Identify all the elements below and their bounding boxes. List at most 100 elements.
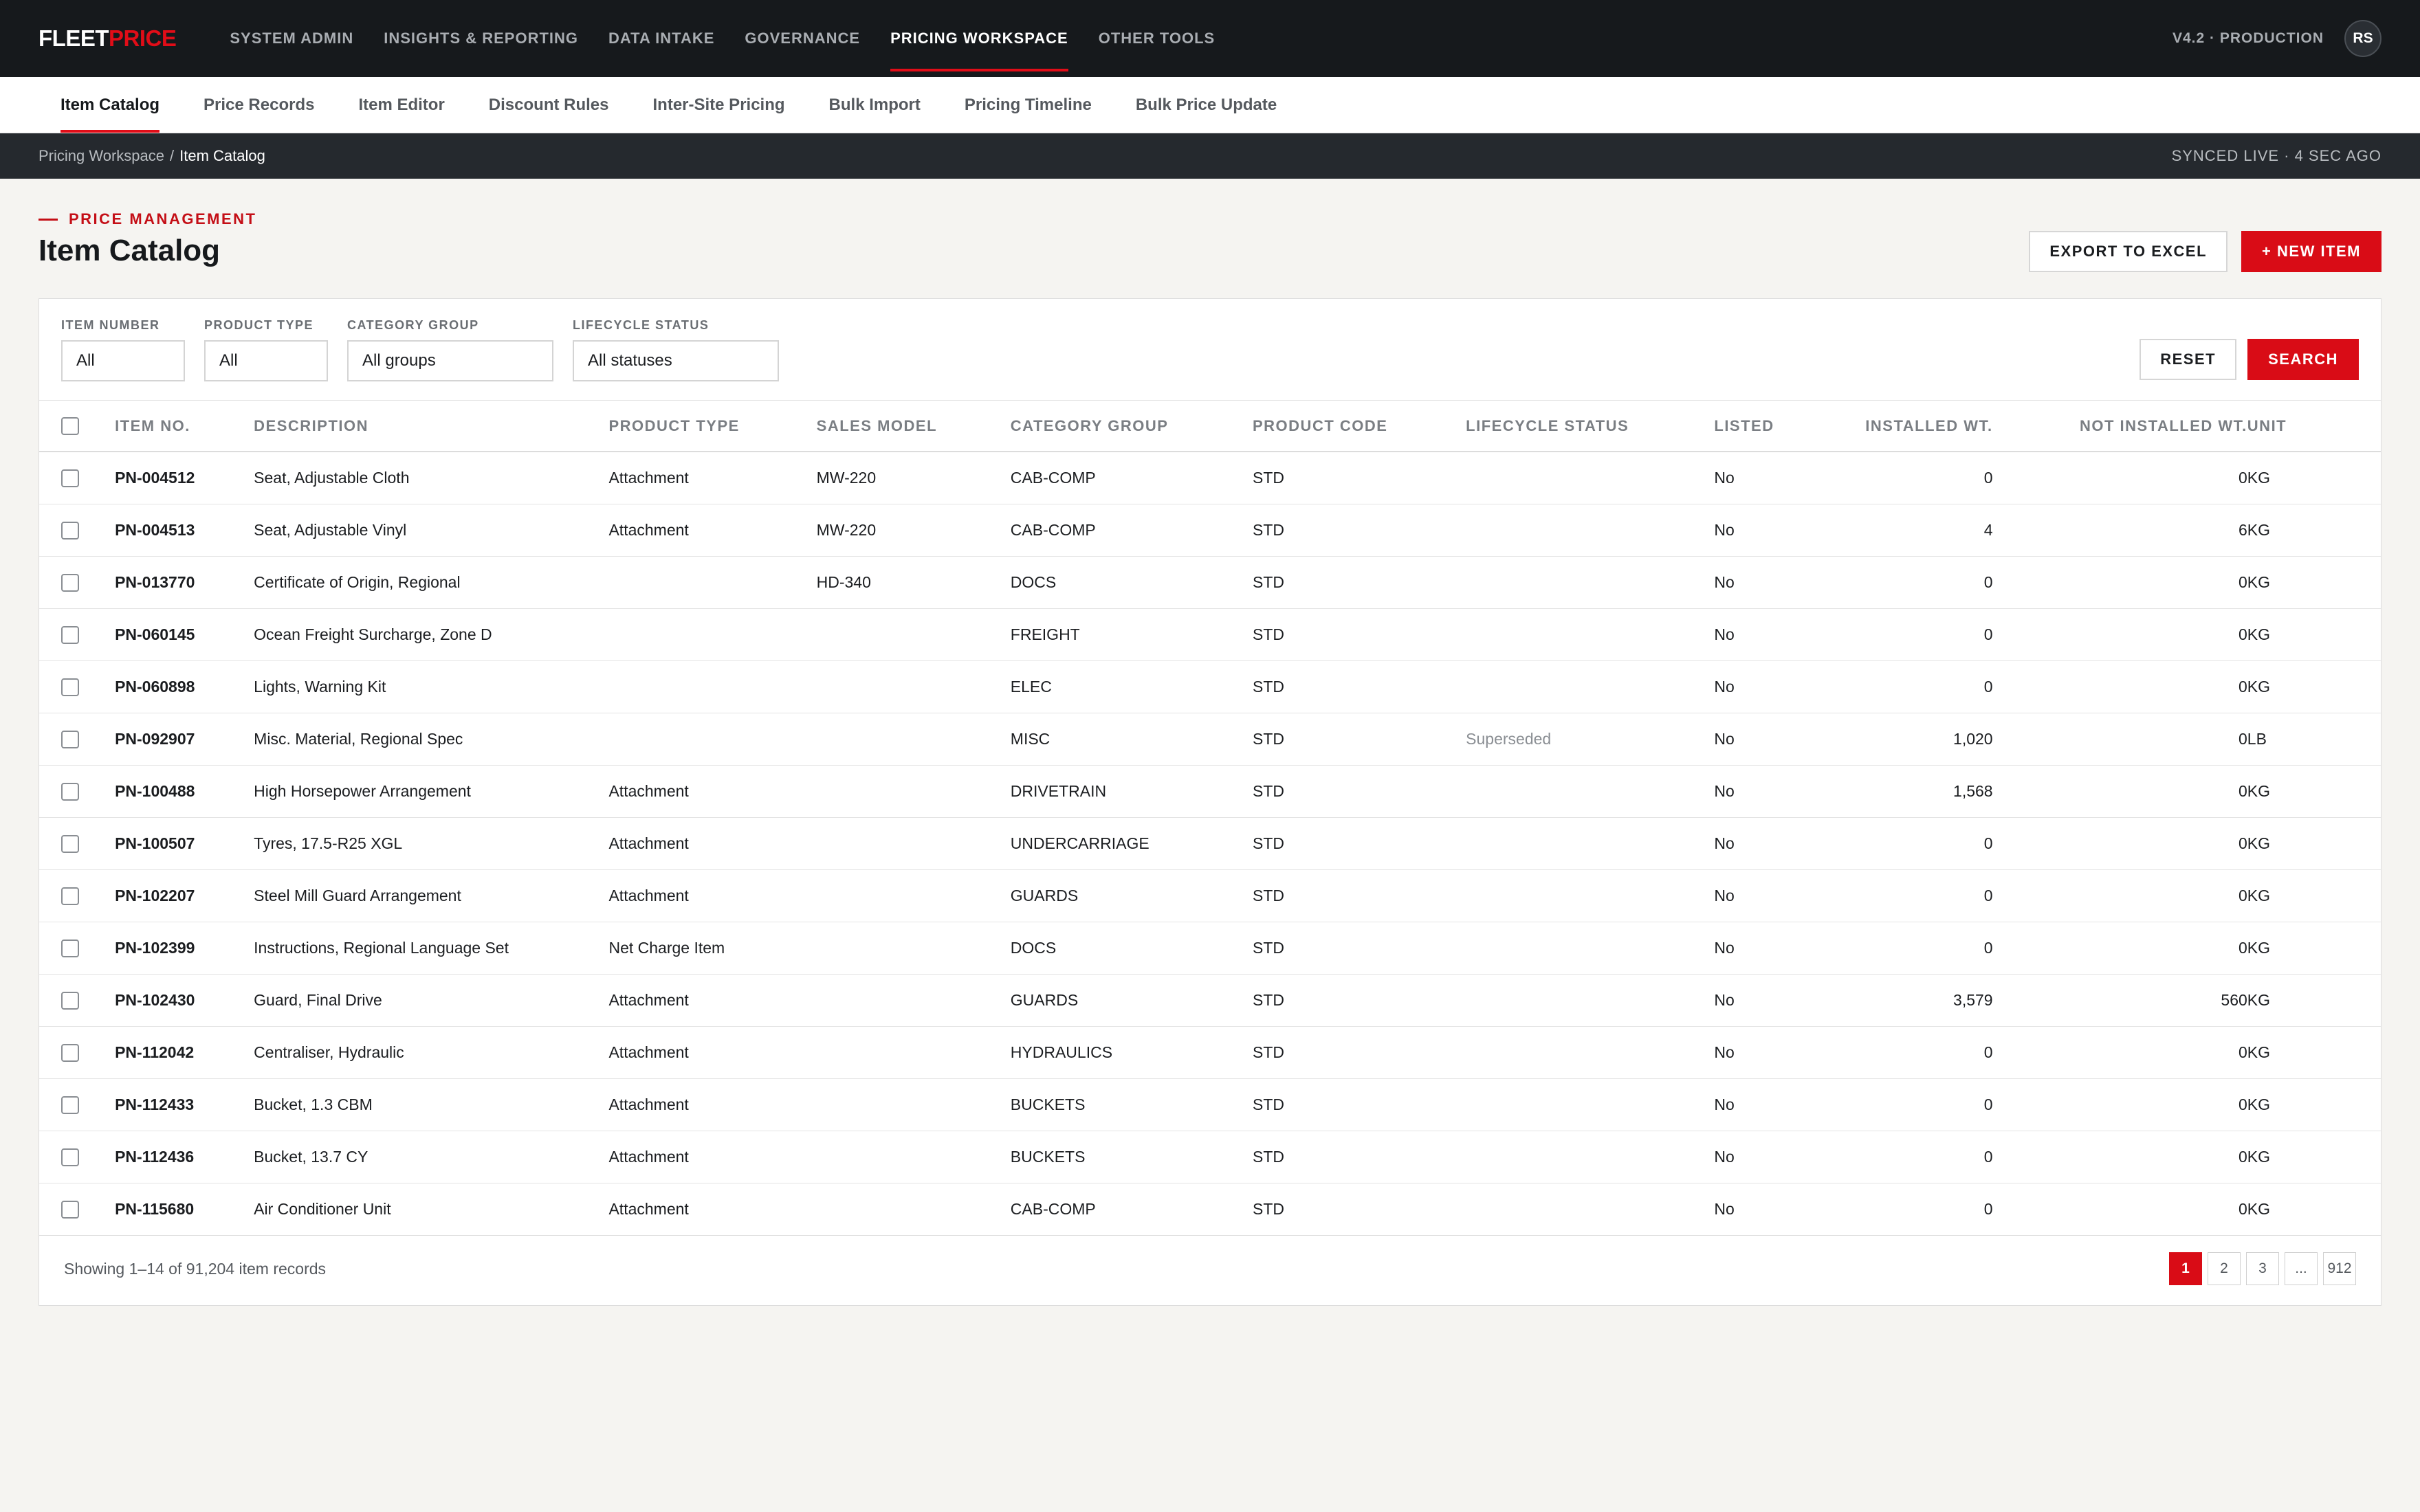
sales-model-cell: MW-220 [816,504,1011,557]
row-checkbox[interactable] [61,782,79,801]
column-header-lifecycle-status[interactable]: LIFECYCLE STATUS [1466,401,1715,452]
tab-item-catalog[interactable]: Item Catalog [60,77,160,133]
select-all-checkbox[interactable] [61,417,79,436]
item-number-cell[interactable]: PN-013770 [115,556,254,609]
pagination-ellipsis: ... [2285,1252,2318,1285]
page-912-button[interactable]: 912 [2323,1252,2356,1285]
row-checkbox[interactable] [61,1148,79,1166]
installed-weight-cell: 1,020 [1817,713,1993,766]
tab-bulk-import[interactable]: Bulk Import [829,77,921,133]
product-code-cell: STD [1253,1026,1466,1079]
lifecycle-status-cell [1466,765,1715,818]
item-number-cell[interactable]: PN-004512 [115,452,254,504]
item-number-cell[interactable]: PN-102430 [115,974,254,1027]
item-number-cell[interactable]: PN-092907 [115,713,254,766]
export-to-excel-button[interactable]: EXPORT TO EXCEL [2029,231,2228,272]
item-number-cell[interactable]: PN-112436 [115,1131,254,1183]
product-code-cell: STD [1253,974,1466,1027]
item-number-cell[interactable]: PN-115680 [115,1183,254,1236]
product-type-cell [608,713,817,766]
column-header-listed[interactable]: LISTED [1714,401,1818,452]
row-checkbox[interactable] [61,573,79,592]
row-checkbox[interactable] [61,1043,79,1062]
row-checkbox[interactable] [61,1096,79,1114]
environment-label: V4.2 · PRODUCTION [2172,30,2324,46]
item-number-cell[interactable]: PN-060145 [115,608,254,661]
tab-item-editor[interactable]: Item Editor [358,77,444,133]
table-row[interactable]: PN-112042 Centraliser, Hydraulic Attachmen… [39,1026,2381,1079]
table-row[interactable]: PN-004512 Seat, Adjustable Cloth Attachmen… [39,452,2381,504]
table-row[interactable]: PN-102430 Guard, Final Drive Attachment GUA… [39,974,2381,1027]
column-header-sales-model[interactable]: SALES MODEL [816,401,1011,452]
row-checkbox[interactable] [61,521,79,540]
page-1-button[interactable]: 1 [2169,1252,2202,1285]
table-row[interactable]: PN-013770 Certificate of Origin, Regional… [39,556,2381,609]
row-checkbox[interactable] [61,887,79,905]
row-checkbox[interactable] [61,834,79,853]
top-nav-system-admin[interactable]: SYSTEM ADMIN [230,0,353,77]
column-header-item-no[interactable]: ITEM NO. [115,401,254,452]
row-checkbox[interactable] [61,678,79,696]
user-avatar[interactable]: RS [2344,20,2382,57]
table-row[interactable]: PN-102399 Instructions, Regional Language… [39,922,2381,975]
listed-cell: No [1714,556,1818,609]
item-number-cell[interactable]: PN-102207 [115,869,254,922]
table-row[interactable]: PN-112433 Bucket, 1.3 CBM Attachment BUCKET… [39,1078,2381,1131]
column-header-category-group[interactable]: CATEGORY GROUP [1010,401,1253,452]
category-group-select[interactable]: All groups [347,340,553,381]
table-row[interactable]: PN-112436 Bucket, 13.7 CY Attachment BUCKET… [39,1131,2381,1183]
item-number-cell[interactable]: PN-102399 [115,922,254,975]
lifecycle-status-select[interactable]: All statuses [573,340,779,381]
item-number-cell[interactable]: PN-100488 [115,765,254,818]
table-row[interactable]: PN-100488 High Horsepower Arrangement Atta… [39,765,2381,818]
item-number-cell[interactable]: PN-060898 [115,660,254,713]
search-button[interactable]: SEARCH [2247,339,2359,380]
top-nav-insights-reporting[interactable]: INSIGHTS & REPORTING [384,0,578,77]
item-number-cell[interactable]: PN-100507 [115,817,254,870]
listed-cell: No [1714,504,1818,557]
top-nav-governance[interactable]: GOVERNANCE [745,0,860,77]
row-checkbox[interactable] [61,730,79,748]
new-item-button[interactable]: + NEW ITEM [2241,231,2382,272]
item-number-cell[interactable]: PN-004513 [115,504,254,557]
listed-cell: No [1714,452,1818,504]
breadcrumb-parent-link[interactable]: Pricing Workspace [38,147,164,165]
table-row[interactable]: PN-102207 Steel Mill Guard Arrangement Att… [39,869,2381,922]
tab-price-records[interactable]: Price Records [204,77,314,133]
product-type-cell [608,556,817,609]
tab-discount-rules[interactable]: Discount Rules [489,77,609,133]
column-header-product-type[interactable]: PRODUCT TYPE [608,401,817,452]
column-header-not-installed-wt[interactable]: NOT INSTALLED WT. [1992,401,2247,452]
table-row[interactable]: PN-092907 Misc. Material, Regional Spec MI… [39,713,2381,766]
page-2-button[interactable]: 2 [2208,1252,2241,1285]
top-nav-data-intake[interactable]: DATA INTAKE [608,0,714,77]
row-checkbox[interactable] [61,1200,79,1219]
row-checkbox[interactable] [61,939,79,957]
top-nav-other-tools[interactable]: OTHER TOOLS [1099,0,1216,77]
item-number-cell[interactable]: PN-112433 [115,1078,254,1131]
row-checkbox[interactable] [61,469,79,488]
fleetprice-logo[interactable]: FLEETPRICE [38,25,177,52]
table-row[interactable]: PN-100507 Tyres, 17.5-R25 XGL Attachment UN… [39,817,2381,870]
row-checkbox[interactable] [61,991,79,1010]
column-header-installed-wt[interactable]: INSTALLED WT. [1817,401,1993,452]
installed-weight-cell: 0 [1817,556,1993,609]
table-row[interactable]: PN-115680 Air Conditioner Unit Attachment C… [39,1183,2381,1236]
column-header-product-code[interactable]: PRODUCT CODE [1253,401,1466,452]
page-3-button[interactable]: 3 [2246,1252,2279,1285]
column-header-unit[interactable]: UNIT [2247,401,2381,452]
reset-button[interactable]: RESET [2140,339,2237,380]
row-checkbox[interactable] [61,625,79,644]
table-row[interactable]: PN-060145 Ocean Freight Surcharge, Zone D… [39,608,2381,661]
top-nav-pricing-workspace[interactable]: PRICING WORKSPACE [890,0,1068,77]
sales-model-cell [816,1078,1011,1131]
item-number-select[interactable]: All [61,340,185,381]
tab-pricing-timeline[interactable]: Pricing Timeline [965,77,1092,133]
item-number-cell[interactable]: PN-112042 [115,1026,254,1079]
product-type-select[interactable]: All [204,340,328,381]
table-row[interactable]: PN-004513 Seat, Adjustable Vinyl Attachmen… [39,504,2381,557]
table-row[interactable]: PN-060898 Lights, Warning Kit ELEC STD No 0 0 K… [39,660,2381,713]
column-header-description[interactable]: DESCRIPTION [254,401,609,452]
tab-inter-site-pricing[interactable]: Inter-Site Pricing [653,77,785,133]
tab-bulk-price-update[interactable]: Bulk Price Update [1136,77,1277,133]
